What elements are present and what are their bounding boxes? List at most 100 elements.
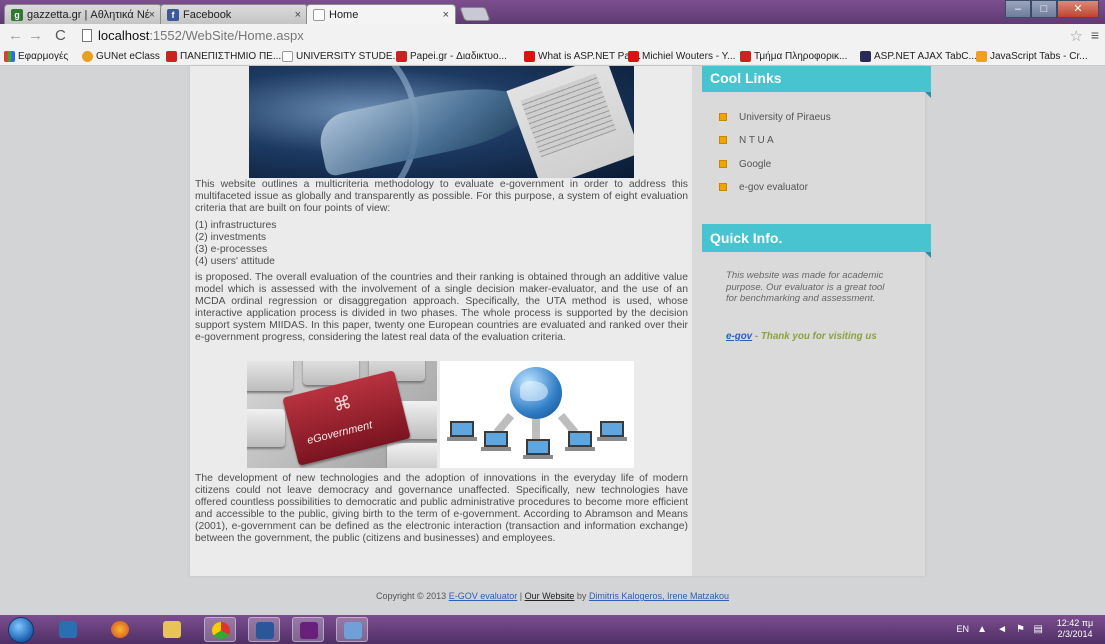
chrome-icon (212, 622, 230, 639)
gunet-icon (82, 51, 93, 62)
tab-home[interactable]: Home × (306, 4, 456, 24)
language-indicator[interactable]: EN (956, 624, 969, 634)
apps-grid-icon (4, 51, 15, 62)
tab-gazzetta[interactable]: g gazzetta.gr | Αθλητικά Νέ × (4, 4, 162, 24)
close-window-button[interactable]: ✕ (1057, 0, 1099, 18)
window-controls: – □ ✕ (1005, 0, 1099, 18)
bookmark-aspnet-par[interactable]: What is ASP.NET Par... (524, 50, 641, 64)
bookmarks-bar: Εφαρμογές GUNet eClass ΠΑΝΕΠΙΣΤΗΜΙΟ ΠΕ..… (0, 48, 1105, 66)
gazzetta-favicon-icon: g (11, 9, 23, 21)
sidebar-link-ntua[interactable]: N T U A (719, 135, 774, 147)
aspnet-icon (860, 51, 871, 62)
bookmark-unipi[interactable]: ΠΑΝΕΠΙΣΤΗΜΙΟ ΠΕ... (166, 50, 281, 64)
footer: Copyright © 2013 E-GOV evaluator | Our W… (376, 591, 729, 601)
taskbar-media-player[interactable] (52, 617, 84, 642)
egovernment-keyboard-image: ⌘ eGovernment (247, 361, 437, 468)
taskbar-word[interactable] (248, 617, 280, 642)
close-tab-icon[interactable]: × (149, 5, 155, 24)
list-item: (3) e-processes (195, 244, 268, 256)
list-item: (1) infrastructures (195, 220, 277, 231)
keyboard-label: eGovernment (305, 419, 374, 447)
development-paragraph: The development of new technologies and … (195, 473, 688, 545)
address-bar[interactable]: localhost:1552/WebSite/Home.aspx (82, 27, 1067, 45)
volume-icon[interactable]: ◄ (997, 624, 1007, 635)
laptop-icon (597, 421, 627, 441)
intro-paragraph: This website outlines a multicriteria me… (195, 179, 688, 215)
page-icon (313, 9, 325, 21)
browser-toolbar: ← → C localhost:1552/WebSite/Home.aspx ☆… (0, 24, 1105, 48)
close-tab-icon[interactable]: × (295, 5, 301, 24)
papei-icon (396, 51, 407, 62)
forward-arrow-icon[interactable]: → (28, 27, 43, 44)
windows-taskbar: EN ▲ ◄ ⚑ ▤ 12:42 πμ 2/3/2014 (0, 615, 1105, 644)
network-globe-image (440, 361, 634, 468)
our-website-link[interactable]: Our Website (525, 591, 575, 601)
tab-label: gazzetta.gr | Αθλητικά Νέ (27, 9, 150, 21)
taskbar-visual-studio[interactable] (292, 617, 324, 642)
tab-label: Home (329, 9, 359, 21)
bullet-icon (719, 113, 727, 121)
bookmark-apps[interactable]: Εφαρμογές (4, 50, 68, 64)
cool-links-heading: Cool Links (702, 66, 931, 98)
visual-studio-icon (300, 622, 318, 639)
unipi-icon (166, 51, 177, 62)
minimize-button[interactable]: – (1005, 0, 1031, 18)
browser-tab-strip: g gazzetta.gr | Αθλητικά Νέ × f Facebook… (0, 0, 1105, 24)
list-item: (4) users' attitude (195, 256, 275, 268)
youtube-icon (628, 51, 639, 62)
bookmark-university-stude[interactable]: UNIVERSITY STUDE... (282, 50, 401, 64)
new-tab-button[interactable] (459, 7, 491, 21)
menu-icon[interactable]: ≡ (1091, 27, 1099, 43)
tab-facebook[interactable]: f Facebook × (160, 4, 308, 24)
egov-evaluator-link[interactable]: E-GOV evaluator (449, 591, 518, 601)
page-info-icon (82, 29, 92, 42)
firefox-icon (111, 621, 129, 638)
bullet-icon (719, 183, 727, 191)
laptop-icon (565, 431, 595, 451)
close-tab-icon[interactable]: × (443, 5, 449, 24)
url-text: localhost:1552/WebSite/Home.aspx (98, 28, 304, 43)
media-player-icon (59, 621, 77, 638)
bullet-icon (719, 160, 727, 168)
bookmark-star-icon[interactable]: ☆ (1070, 27, 1083, 45)
laptop-icon (447, 421, 477, 441)
start-button[interactable] (8, 617, 34, 643)
list-item: (2) investments (195, 232, 267, 244)
js-icon (976, 51, 987, 62)
taskbar-explorer[interactable] (156, 617, 188, 642)
criteria-list: (1) infrastructures (2) investments (3) … (195, 220, 276, 268)
network-icon[interactable]: ▤ (1034, 624, 1043, 635)
quick-info-text: This website was made for academic purpo… (726, 270, 885, 305)
bookmark-papei[interactable]: Papei.gr - Διαδικτυο... (396, 50, 507, 64)
quick-info-heading: Quick Info. (702, 224, 931, 258)
taskbar-chrome[interactable] (204, 617, 236, 642)
bullet-icon (719, 136, 727, 144)
bookmark-ajax-tab[interactable]: ASP.NET AJAX TabC... (860, 50, 977, 64)
sidebar-link-egov-evaluator[interactable]: e-gov evaluator (719, 182, 808, 194)
hand-document-image (249, 66, 634, 178)
bookmark-tmima[interactable]: Τμήμα Πληροφορικ... (740, 50, 847, 64)
methodology-paragraph: is proposed. The overall evaluation of t… (195, 272, 688, 344)
paint-icon (344, 622, 362, 639)
youtube-icon (524, 51, 535, 62)
bookmark-gunet[interactable]: GUNet eClass (82, 50, 160, 64)
maximize-button[interactable]: □ (1031, 0, 1057, 18)
sidebar-link-piraeus[interactable]: University of Piraeus (719, 112, 831, 124)
show-hidden-icons-icon[interactable]: ▲ (977, 624, 987, 635)
bookmark-michiel[interactable]: Michiel Wouters - Y... (628, 50, 735, 64)
authors-link[interactable]: Dimitris Kalogeros, Irene Matzakou (589, 591, 729, 601)
tab-label: Facebook (183, 9, 232, 21)
bookmark-javascript-tabs[interactable]: JavaScript Tabs - Cr... (976, 50, 1088, 64)
taskbar-paint[interactable] (336, 617, 368, 642)
facebook-icon: f (167, 9, 179, 21)
word-icon (256, 622, 274, 639)
action-center-icon[interactable]: ⚑ (1016, 624, 1025, 635)
back-arrow-icon[interactable]: ← (8, 27, 23, 44)
egov-link[interactable]: e-gov (726, 331, 752, 342)
reload-icon[interactable]: C (55, 27, 66, 44)
clock[interactable]: 12:42 πμ 2/3/2014 (1051, 618, 1099, 640)
globe-icon (510, 367, 562, 419)
sidebar-link-google[interactable]: Google (719, 159, 771, 171)
folder-icon (163, 621, 181, 638)
taskbar-firefox[interactable] (104, 617, 136, 642)
